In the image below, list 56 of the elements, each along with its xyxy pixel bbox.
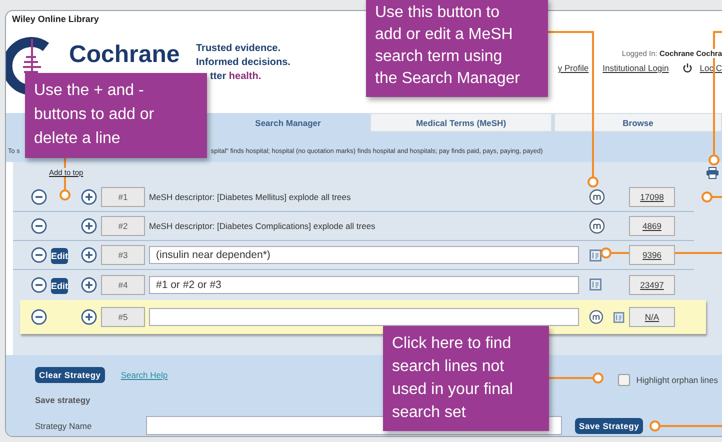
circle-m-icon[interactable] — [589, 309, 604, 325]
line-number: #1 — [101, 187, 145, 207]
line-number: #2 — [101, 216, 145, 236]
circle-m-icon[interactable] — [589, 189, 605, 205]
power-icon[interactable] — [682, 63, 692, 73]
section-heading: Save strategy — [35, 395, 92, 405]
checkbox-label: Highlight orphan lines — [636, 375, 718, 385]
logout-link[interactable]: Loc C — [700, 63, 722, 73]
plus-icon[interactable] — [81, 276, 97, 292]
line-number: #3 — [101, 245, 145, 265]
result-count-link[interactable]: 9396 — [629, 245, 675, 265]
tagline-text: Informed decisions. — [196, 56, 292, 70]
plus-icon[interactable] — [81, 189, 97, 205]
grid-icon[interactable] — [589, 278, 602, 291]
plus-icon[interactable] — [81, 247, 97, 263]
input-field[interactable] — [149, 308, 579, 326]
result-count-link[interactable]: N/A — [629, 307, 675, 327]
site-name: Wiley Online Library — [12, 14, 99, 25]
edit-button[interactable]: Edit — [51, 278, 68, 294]
input-field[interactable]: #1 or #2 or #3 — [149, 276, 579, 294]
circle-m-icon[interactable] — [589, 218, 605, 234]
clear-strategy-button[interactable]: Clear Strategy — [35, 367, 105, 383]
help-tooltip: Use the + and - buttons to add or delete a line — [25, 73, 207, 158]
result-count-link[interactable]: 4869 — [629, 216, 675, 236]
checkbox[interactable] — [618, 374, 630, 386]
tagline-text: tter health. — [210, 70, 262, 84]
minus-icon[interactable] — [31, 247, 47, 263]
grid-icon[interactable] — [589, 248, 602, 262]
line-text: MeSH descriptor: [Diabetes Mellitus] explode all trees — [149, 192, 352, 202]
leader-line — [702, 192, 722, 202]
header-link[interactable]: y Profile — [558, 63, 589, 73]
input-field[interactable]: (insulin near dependen*) — [149, 246, 579, 264]
line-number: #5 — [101, 307, 145, 327]
minus-icon[interactable] — [31, 276, 47, 292]
line-number: #4 — [101, 274, 145, 294]
logo-text: Cochrane — [69, 41, 181, 69]
line-text: MeSH descriptor: [Diabetes Complications] explode all trees — [149, 221, 376, 231]
minus-icon[interactable] — [31, 189, 47, 205]
tagline-text: Trusted evidence. — [196, 42, 282, 56]
header-link[interactable]: Institutional Login — [602, 63, 669, 73]
minus-icon[interactable] — [31, 218, 47, 234]
tab[interactable]: Medical Terms (MeSH) — [370, 113, 552, 132]
leader-line — [549, 372, 604, 384]
printer-icon[interactable] — [706, 166, 719, 178]
plus-icon[interactable] — [81, 218, 97, 234]
field-label: Strategy Name — [35, 420, 93, 430]
help-tooltip: Click here to find search lines not used in your final search set — [383, 326, 549, 431]
tab[interactable]: Browse — [554, 113, 722, 132]
result-count-link[interactable]: 17098 — [629, 187, 675, 207]
help-tooltip: Use this button to add or edit a MeSH search term using the Search Manager — [366, 0, 548, 97]
result-count-link[interactable]: 23497 — [629, 274, 675, 294]
plus-icon[interactable] — [81, 309, 97, 325]
save-strategy-button[interactable]: Save Strategy — [575, 418, 644, 434]
edit-button[interactable]: Edit — [51, 248, 68, 264]
minus-icon[interactable] — [31, 309, 47, 325]
grid-icon[interactable] — [613, 310, 625, 324]
